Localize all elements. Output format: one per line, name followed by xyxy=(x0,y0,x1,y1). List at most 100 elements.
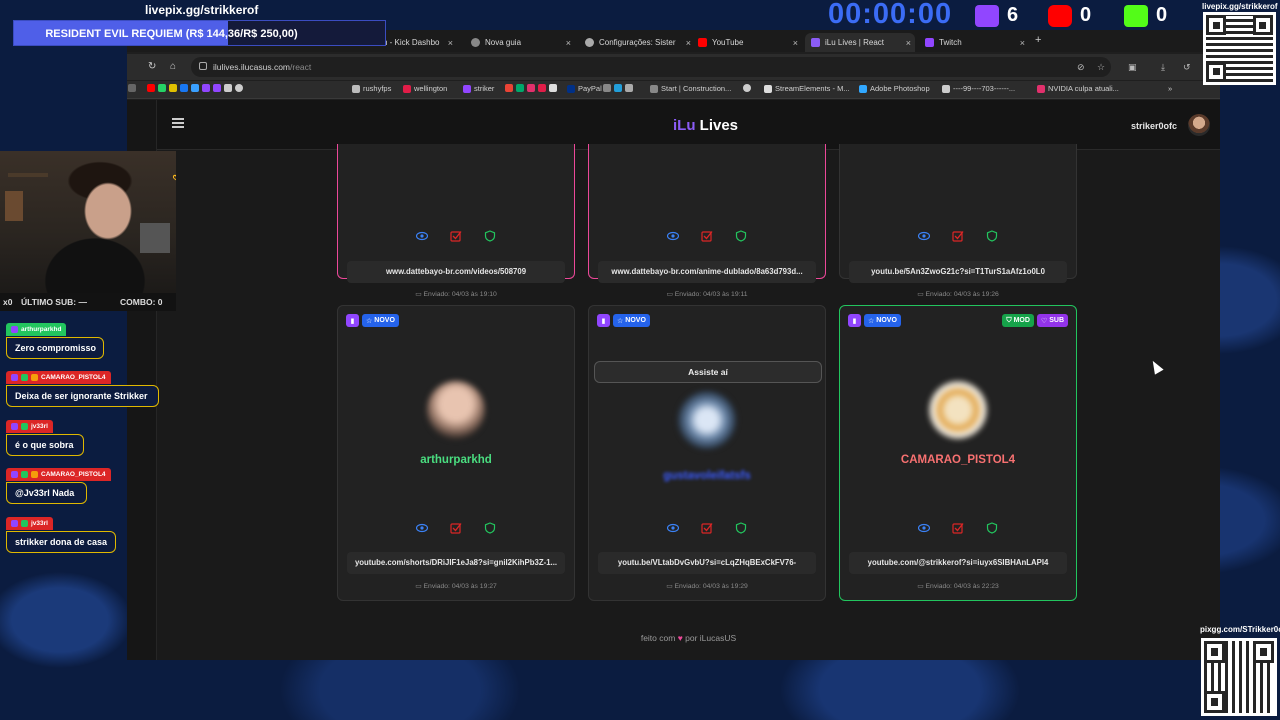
shelf xyxy=(5,191,23,221)
submission-card: ▮ ☆ NOVO arthurparkhd youtube.com/shorts… xyxy=(337,305,575,601)
app-logo[interactable]: iLu Lives xyxy=(673,117,738,134)
chat-user: CAMARAO_PISTOL4 xyxy=(6,371,111,384)
tab-new-tab[interactable]: Nova guia × xyxy=(465,33,575,52)
chat-user: CAMARAO_PISTOL4 xyxy=(6,468,111,481)
bookmark-icons[interactable] xyxy=(147,84,243,92)
shield-icon[interactable] xyxy=(735,522,747,534)
submission-link[interactable]: youtu.be/5An3ZwoG21c?si=T1TurS1aAfz1o0L0 xyxy=(849,261,1067,283)
checkbox-icon[interactable] xyxy=(450,230,462,242)
history-icon[interactable]: ↺ xyxy=(1183,62,1193,72)
picture-frame xyxy=(140,223,170,253)
bookmark-nvidia[interactable]: NVIDIA culpa atuali... xyxy=(1037,84,1119,93)
close-icon[interactable]: × xyxy=(686,38,691,48)
bookmark-rushyfps[interactable]: rushyfps xyxy=(352,84,391,93)
bookmark-icon xyxy=(549,84,557,92)
bookmark-phone[interactable]: ----99----703------... xyxy=(942,84,1015,93)
submission-card: ▮ ☆ NOVO ⛉ MOD ♡ SUB CAMARAO_PISTOL4 you… xyxy=(839,305,1077,601)
bookmark-apps[interactable] xyxy=(128,84,136,92)
checkbox-icon[interactable] xyxy=(701,522,713,534)
checkbox-icon[interactable] xyxy=(701,230,713,242)
bookmarks-overflow-icon[interactable]: » xyxy=(1168,84,1172,93)
eye-icon[interactable] xyxy=(918,230,930,242)
shield-icon[interactable] xyxy=(484,522,496,534)
bookmarks-bar: rushyfps wellington striker PayPal Start… xyxy=(127,81,1220,99)
tab-kick-dashboard[interactable]: n - Kick Dashbo × xyxy=(377,33,457,52)
close-icon[interactable]: × xyxy=(906,38,911,48)
bookmark-misc[interactable] xyxy=(505,84,557,92)
checkbox-icon[interactable] xyxy=(952,522,964,534)
shield-icon[interactable] xyxy=(986,522,998,534)
shield-icon[interactable] xyxy=(484,230,496,242)
gear-icon xyxy=(585,38,594,47)
submission-link[interactable]: youtube.com/@strikkerof?si=iuyx6SIBHAnLA… xyxy=(849,552,1067,574)
new-badge: ☆ NOVO xyxy=(362,314,399,327)
close-icon[interactable]: × xyxy=(448,38,453,48)
shield-icon[interactable] xyxy=(986,230,998,242)
sub-icon xyxy=(31,374,38,381)
eye-icon[interactable] xyxy=(667,522,679,534)
badge-label: NOVO xyxy=(374,317,395,324)
close-icon[interactable]: × xyxy=(1020,38,1025,48)
sent-text: Enviado: 04/03 às 22:23 xyxy=(925,583,999,590)
site-info-icon[interactable] xyxy=(199,62,207,70)
twitch-icon xyxy=(975,4,999,27)
url-host: ilulives.ilucasus.com xyxy=(213,62,290,72)
tab-twitch[interactable]: Twitch × xyxy=(919,33,1029,52)
twitch-icon xyxy=(202,84,210,92)
badge-label: MOD xyxy=(1013,317,1030,324)
submission-card: www.dattebayo-br.com/anime-dublado/8a63d… xyxy=(588,144,826,298)
chat-username: jv33rl xyxy=(31,423,48,430)
telegram-icon xyxy=(614,84,622,92)
eye-icon[interactable] xyxy=(416,230,428,242)
role-badges: ⛉ MOD ♡ SUB xyxy=(1002,314,1068,327)
twitch-count: 6 xyxy=(1007,4,1019,26)
bookmark-paypal[interactable]: PayPal xyxy=(567,84,602,93)
checkbox-icon[interactable] xyxy=(952,230,964,242)
close-icon[interactable]: × xyxy=(793,38,798,48)
user-name[interactable]: striker0ofc xyxy=(1131,121,1177,131)
url-path: /react xyxy=(290,62,312,72)
bookmark-star-icon[interactable]: ☆ xyxy=(1097,62,1107,72)
avatar[interactable] xyxy=(1188,114,1210,136)
submission-link[interactable]: www.dattebayo-br.com/anime-dublado/8a63d… xyxy=(598,261,816,283)
bookmark-photoshop[interactable]: Adobe Photoshop xyxy=(859,84,930,93)
chat-text: é o que sobra xyxy=(6,434,84,456)
tab-settings[interactable]: Configurações: Sister × xyxy=(579,33,695,52)
bookmark-wellington[interactable]: wellington xyxy=(403,84,447,93)
globe-icon xyxy=(743,84,751,92)
submission-link[interactable]: youtu.be/VLtabDvGvbU?si=cLqZHqBExCkFV76- xyxy=(598,552,816,574)
bookmark-label: NVIDIA culpa atuali... xyxy=(1048,84,1119,93)
twitch-icon: ▮ xyxy=(346,314,359,327)
bookmark-globe[interactable] xyxy=(743,84,751,92)
tab-youtube[interactable]: YouTube × xyxy=(692,33,802,52)
submission-date: ▭ Enviado: 04/03 às 22:23 xyxy=(917,583,999,590)
badge-group: ▮ ☆ NOVO xyxy=(848,314,901,327)
shield-icon[interactable] xyxy=(735,230,747,242)
url-input[interactable]: ilulives.ilucasus.com/react xyxy=(191,57,1111,77)
menu-icon[interactable] xyxy=(172,118,184,128)
new-tab-button[interactable]: + xyxy=(1035,34,1041,46)
extensions-icon[interactable]: ▣ xyxy=(1128,62,1138,72)
eye-icon[interactable] xyxy=(416,522,428,534)
bookmark-icon xyxy=(942,84,950,93)
checkbox-icon[interactable] xyxy=(450,522,462,534)
submission-date: ▭ Enviado: 04/03 às 19:11 xyxy=(666,291,748,298)
twitch-icon xyxy=(463,84,471,93)
eye-off-icon[interactable]: ⊘ xyxy=(1077,62,1087,72)
qr-corner xyxy=(1204,641,1225,663)
home-icon[interactable]: ⌂ xyxy=(170,61,176,72)
download-icon[interactable]: ⤓ xyxy=(1161,62,1171,72)
close-icon[interactable]: × xyxy=(566,38,571,48)
bookmark-streamelements[interactable]: StreamElements - M... xyxy=(764,84,850,93)
bookmark-tools[interactable] xyxy=(603,84,633,92)
reload-icon[interactable]: ↻ xyxy=(148,61,156,72)
tab-ilu-lives[interactable]: iLu Lives | React × xyxy=(805,33,915,52)
eye-icon[interactable] xyxy=(667,230,679,242)
submission-link[interactable]: www.dattebayo-br.com/videos/508709 xyxy=(347,261,565,283)
bookmark-striker[interactable]: striker xyxy=(463,84,494,93)
bookmark-construction[interactable]: Start | Construction... xyxy=(650,84,731,93)
tab-label: n - Kick Dashbo xyxy=(383,38,440,47)
eye-icon[interactable] xyxy=(918,522,930,534)
qr-corner xyxy=(1204,691,1225,713)
submission-link[interactable]: youtube.com/shorts/DRiJIF1eJa8?si=gniI2K… xyxy=(347,552,565,574)
